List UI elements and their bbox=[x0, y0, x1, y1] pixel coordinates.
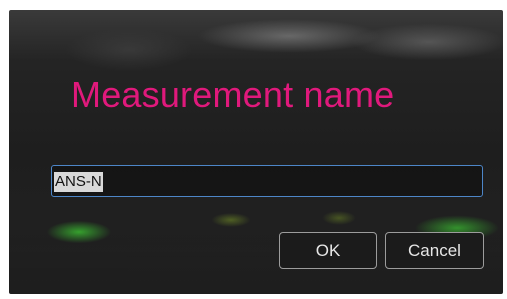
measurement-name-input[interactable]: ANS-N bbox=[51, 165, 483, 197]
measurement-name-value: ANS-N bbox=[54, 172, 103, 192]
ok-button[interactable]: OK bbox=[279, 232, 377, 269]
measurement-name-dialog: Measurement name ANS-N OK Cancel bbox=[9, 10, 503, 294]
dialog-title: Measurement name bbox=[71, 74, 395, 115]
cancel-button[interactable]: Cancel bbox=[385, 232, 484, 269]
